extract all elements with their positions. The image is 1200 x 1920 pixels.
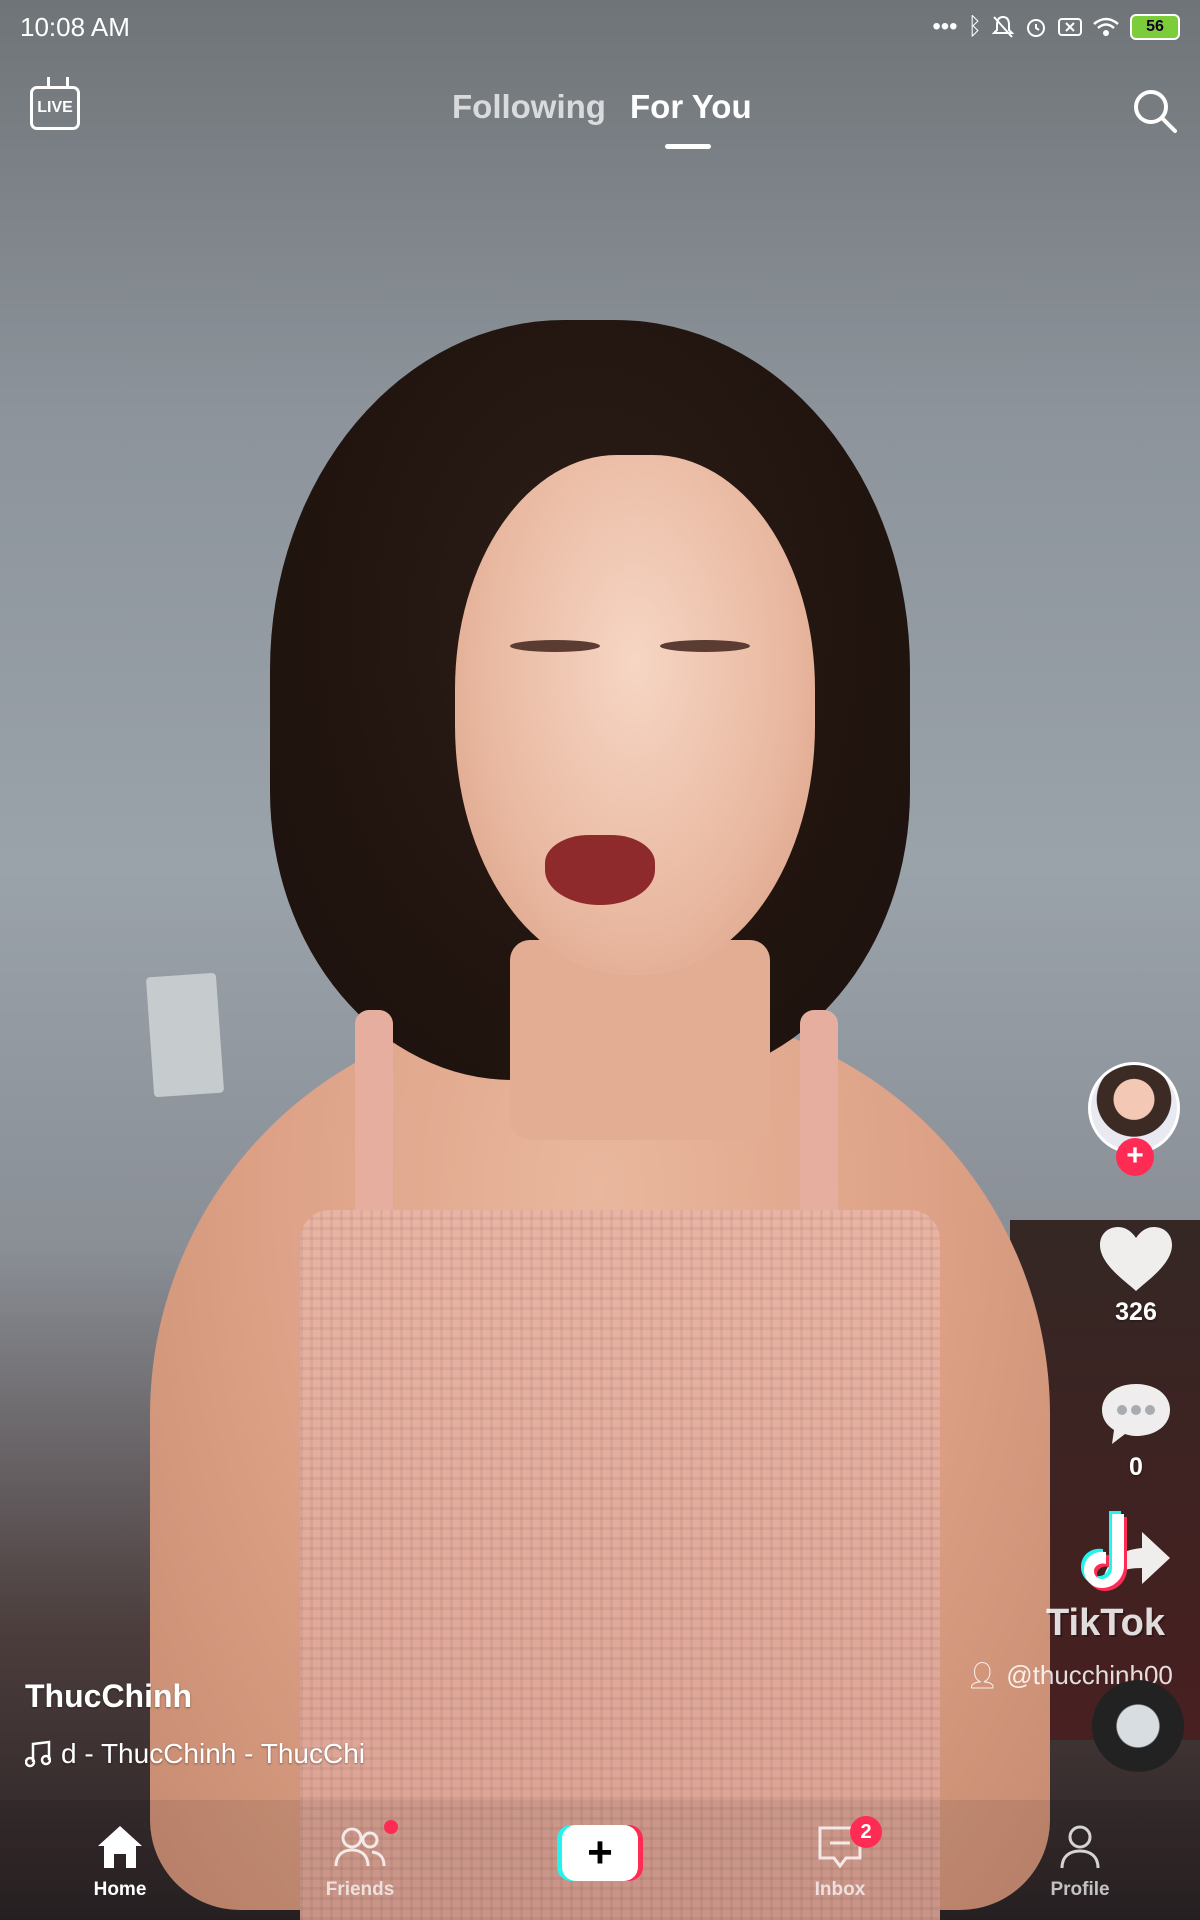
inbox-badge: 2 (850, 1816, 882, 1848)
nav-profile[interactable]: Profile (1025, 1824, 1135, 1901)
more-dots-icon: ••• (932, 13, 958, 40)
status-icons: ••• ᛒ 56 (932, 13, 1180, 41)
comment-button[interactable]: 0 (1096, 1380, 1176, 1482)
plus-icon: + (562, 1825, 638, 1881)
video-person-face (455, 455, 815, 975)
nav-friends-label: Friends (325, 1879, 395, 1900)
heart-icon (1100, 1227, 1172, 1291)
video-player[interactable] (0, 0, 1200, 1920)
status-time: 10:08 AM (20, 11, 130, 42)
battery-icon: 56 (1130, 14, 1180, 40)
sim-icon (1058, 18, 1082, 36)
tiktok-watermark: TikTok (1046, 1602, 1165, 1644)
video-person-eye (660, 640, 750, 652)
video-person-mouth (545, 835, 655, 905)
create-button[interactable]: + (557, 1825, 643, 1881)
video-background-socket (145, 972, 225, 1098)
tiktok-logo-icon (1081, 1511, 1127, 1591)
music-note-icon (25, 1740, 51, 1768)
sound-link[interactable]: d - ThucChinh - ThucChi (25, 1738, 365, 1770)
tab-for-you[interactable]: For You (630, 88, 752, 126)
battery-level: 56 (1146, 18, 1164, 35)
friends-icon (334, 1827, 386, 1867)
nav-inbox-label: Inbox (814, 1879, 866, 1900)
profile-icon (1060, 1825, 1100, 1869)
live-label: LIVE (37, 99, 73, 116)
author-name[interactable]: ThucChinh (25, 1678, 192, 1715)
follow-plus-button[interactable]: + (1116, 1138, 1154, 1176)
search-icon[interactable] (1130, 86, 1180, 136)
status-bar: 10:08 AM ••• ᛒ 56 (0, 0, 1200, 54)
comment-icon (1102, 1384, 1170, 1444)
like-count: 326 (1115, 1298, 1157, 1326)
music-disc[interactable] (1092, 1680, 1184, 1772)
nav-profile-label: Profile (1050, 1879, 1110, 1900)
nav-friends[interactable]: Friends (305, 1824, 415, 1901)
mute-icon (992, 15, 1014, 38)
nav-home[interactable]: Home (65, 1824, 175, 1901)
like-button[interactable]: 326 (1096, 1225, 1176, 1327)
home-icon (98, 1826, 142, 1868)
tab-following[interactable]: Following (452, 88, 606, 126)
sound-title: d - ThucChinh - ThucChi (61, 1738, 365, 1769)
live-button[interactable]: LIVE (30, 86, 80, 130)
top-nav: LIVE Following For You (0, 70, 1200, 160)
bottom-nav: Home Friends + Inbox 2 Profile (0, 1800, 1200, 1920)
friends-notification-dot (384, 1820, 398, 1834)
tiktok-feed-screen: 10:08 AM ••• ᛒ 56 LIVE Following For You… (0, 0, 1200, 1920)
user-icon: 👤︎ (966, 1660, 1000, 1690)
bluetooth-icon: ᛒ (967, 13, 982, 40)
active-tab-indicator (665, 144, 711, 149)
alarm-icon (1027, 19, 1045, 37)
nav-home-label: Home (93, 1879, 147, 1900)
wifi-icon (1093, 17, 1119, 36)
video-person-eye (510, 640, 600, 652)
comment-count: 0 (1129, 1453, 1143, 1481)
